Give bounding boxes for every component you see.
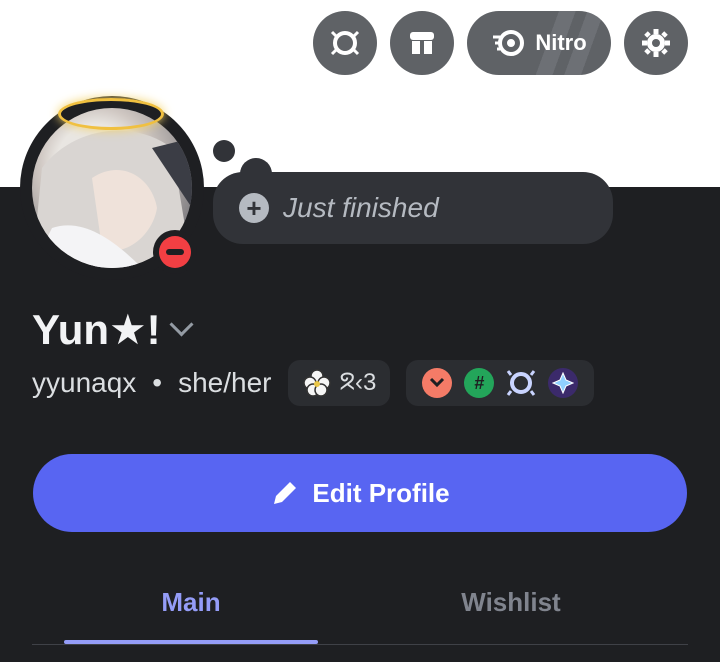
status-indicator-dnd xyxy=(153,230,197,274)
tabs-divider xyxy=(32,644,688,645)
quest-badge-icon[interactable] xyxy=(548,368,579,398)
shop-icon xyxy=(410,32,434,54)
custom-status-text: Just finished xyxy=(283,192,439,223)
chevron-down-icon[interactable] xyxy=(169,312,194,337)
server-tag[interactable]: ᘝ‹3 xyxy=(287,360,391,406)
separator-dot: • xyxy=(152,367,163,398)
pencil-icon xyxy=(274,482,297,504)
username: yyunaqx xyxy=(32,367,137,398)
nitro-icon xyxy=(493,30,525,56)
hashtag-badge-icon[interactable]: # xyxy=(464,368,495,398)
tab-main[interactable]: Main xyxy=(64,570,318,634)
badges-button[interactable] xyxy=(313,11,377,75)
add-status-icon: + xyxy=(239,193,269,223)
flower-icon xyxy=(302,369,331,397)
display-name-row[interactable]: Yun★! xyxy=(32,305,194,354)
custom-status-bubble[interactable]: + Just finished xyxy=(213,172,613,244)
tag-text: ᘝ‹3 xyxy=(339,369,377,396)
top-action-bar: Nitro xyxy=(313,11,688,75)
laurel-badge-icon[interactable] xyxy=(506,368,536,398)
shop-button[interactable] xyxy=(390,11,454,75)
pronouns: she/her xyxy=(178,367,272,398)
edit-profile-label: Edit Profile xyxy=(312,477,450,508)
settings-button[interactable] xyxy=(624,11,688,75)
profile-meta: yyunaqx • she/her ᘝ‹3 # xyxy=(32,360,595,406)
nitro-label: Nitro xyxy=(535,30,587,55)
thought-bubble-dot xyxy=(213,140,235,162)
laurel-icon xyxy=(330,30,360,56)
nitro-button[interactable]: Nitro xyxy=(467,11,611,75)
halo-decoration xyxy=(58,98,164,130)
tab-wishlist[interactable]: Wishlist xyxy=(384,570,638,634)
profile-tabs: Main Wishlist xyxy=(32,570,688,646)
display-name: Yun★! xyxy=(32,306,161,353)
chevron-badge-icon[interactable] xyxy=(422,368,453,398)
gear-icon xyxy=(642,29,670,57)
badge-list: # xyxy=(406,360,595,406)
edit-profile-button[interactable]: Edit Profile xyxy=(33,454,687,532)
